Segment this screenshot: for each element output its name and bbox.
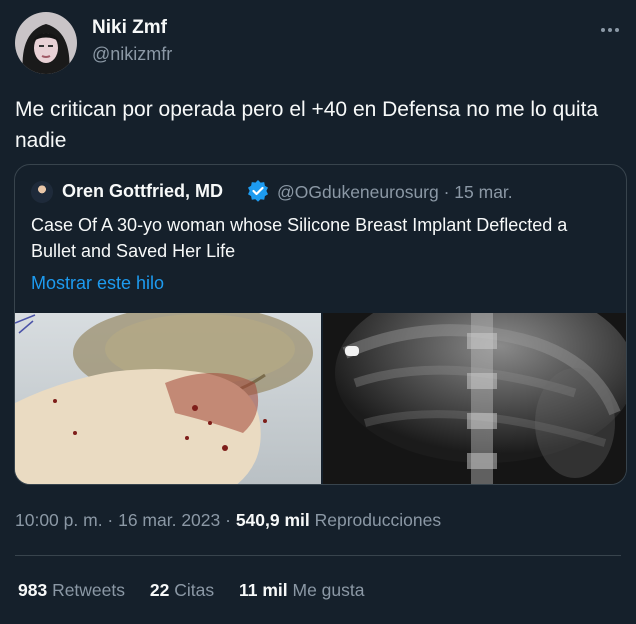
quote-text: Case Of A 30-yo woman whose Silicone Bre… [31, 215, 568, 261]
retweets-label: Retweets [47, 580, 126, 600]
quoted-tweet[interactable]: Oren Gottfried, MD @OGdukeneurosurg · 15… [14, 164, 627, 485]
views-label: Reproducciones [309, 510, 442, 530]
author-handle[interactable]: @nikizmfr [92, 44, 172, 65]
tweet-text: Me critican por operada pero el +40 en D… [15, 98, 599, 152]
retweets-stat[interactable]: 983 Retweets [18, 580, 125, 600]
implant-photo [15, 305, 321, 484]
show-thread-link[interactable]: Mostrar este hilo [31, 273, 164, 294]
more-icon [601, 28, 619, 32]
divider [15, 555, 621, 556]
quotes-label: Citas [169, 580, 215, 600]
likes-label: Me gusta [287, 580, 365, 600]
xray-photo [323, 283, 626, 484]
tweet-stats: 983 Retweets 22 Citas 11 mil Me gusta [18, 580, 384, 601]
quote-media[interactable] [15, 283, 626, 484]
likes-count: 11 mil [238, 580, 288, 600]
quote-author-handle: @OGdukeneurosurg · 15 mar. [277, 182, 513, 202]
tweet-meta: 10:00 p. m. · 16 mar. 2023 · 540,9 mil R… [15, 510, 441, 531]
likes-stat[interactable]: 11 mil Me gusta [239, 580, 365, 600]
quotes-count: 22 [149, 580, 170, 600]
quote-author-name: Oren Gottfried, MD [62, 181, 223, 201]
author-name[interactable]: Niki Zmf [92, 17, 167, 39]
timestamp[interactable]: 10:00 p. m. · 16 mar. 2023 · [15, 510, 236, 530]
views-count: 540,9 mil [235, 510, 310, 530]
verified-badge-icon [247, 180, 269, 207]
author-avatar[interactable] [15, 12, 77, 74]
quotes-stat[interactable]: 22 Citas [150, 580, 214, 600]
more-button[interactable] [594, 14, 626, 46]
retweets-count: 983 [18, 580, 48, 600]
quote-author-avatar[interactable] [31, 181, 53, 203]
